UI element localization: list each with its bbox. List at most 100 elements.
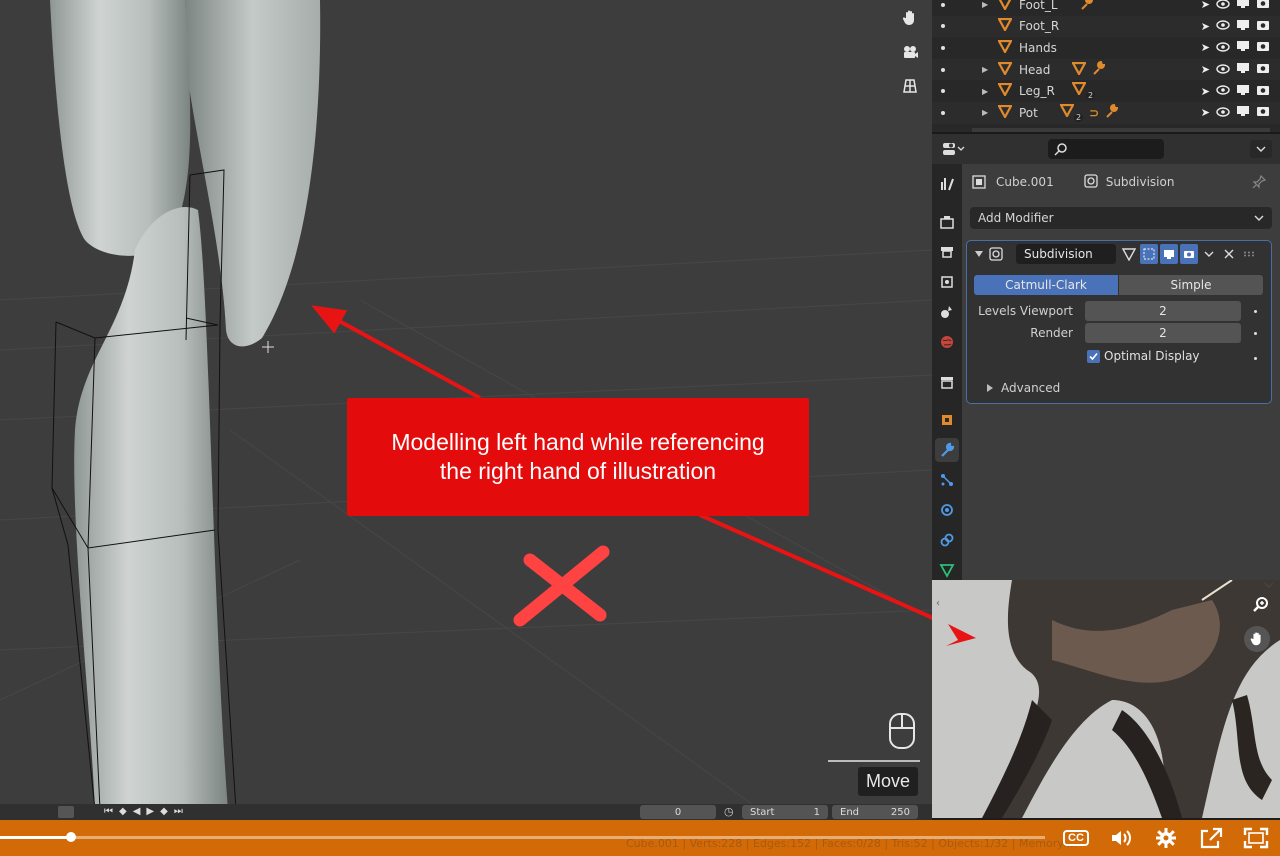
outliner-row[interactable]: Hands ➤: [932, 37, 1280, 59]
chevron-down-icon[interactable]: [1264, 582, 1274, 588]
outliner-item-name[interactable]: Leg_R: [1019, 84, 1055, 98]
tool-tab-icon[interactable]: [935, 172, 959, 196]
keyframe-dot[interactable]: [1254, 310, 1257, 313]
reference-image-panel[interactable]: ‹: [932, 580, 1280, 818]
eye-icon[interactable]: [1216, 84, 1230, 98]
modifier-tab-icon[interactable]: [935, 438, 959, 462]
zoom-icon[interactable]: [1252, 596, 1270, 614]
outliner-row[interactable]: ▶ Pot 2 ⊃ ➤: [932, 101, 1280, 124]
expand-arrow-icon[interactable]: ▶: [982, 108, 988, 117]
outliner-item-name[interactable]: Hands: [1019, 41, 1057, 55]
expand-arrow-icon[interactable]: ▶: [982, 65, 988, 74]
collection-tab-icon[interactable]: [935, 370, 959, 394]
keyframe-dot[interactable]: [1254, 357, 1257, 360]
render-tab-icon[interactable]: [935, 210, 959, 234]
next-keyframe-icon[interactable]: ◆: [160, 806, 168, 817]
expand-arrow-icon[interactable]: ▶: [982, 0, 988, 9]
render-camera-icon[interactable]: [1256, 40, 1270, 55]
data-tab-icon[interactable]: [935, 558, 959, 582]
outliner-item-name[interactable]: Foot_R: [1019, 19, 1059, 33]
outliner-row[interactable]: ▶ Leg_R 2 ➤: [932, 80, 1280, 102]
catmull-clark-option[interactable]: Catmull-Clark: [974, 275, 1118, 295]
play-reverse-icon[interactable]: ◀: [133, 806, 141, 817]
select-cursor-icon[interactable]: ➤: [1201, 20, 1210, 33]
eye-icon[interactable]: [1216, 19, 1230, 33]
output-tab-icon[interactable]: [935, 240, 959, 264]
progress-knob[interactable]: [66, 832, 77, 842]
fullscreen-button[interactable]: [1241, 825, 1271, 851]
chevron-down-icon[interactable]: [1200, 244, 1218, 264]
advanced-subpanel[interactable]: Advanced: [987, 381, 1060, 395]
expand-arrow-icon[interactable]: ▶: [982, 87, 988, 96]
end-frame-field[interactable]: End 250: [832, 805, 918, 819]
select-cursor-icon[interactable]: ➤: [1201, 41, 1210, 54]
keyframe-dot[interactable]: [1254, 332, 1257, 335]
levels-viewport-field[interactable]: 2: [1085, 301, 1241, 321]
render-camera-icon[interactable]: [1256, 62, 1270, 77]
constraints-tab-icon[interactable]: [935, 528, 959, 552]
outliner-row[interactable]: Foot_R ➤: [932, 15, 1280, 38]
outliner-item-name[interactable]: Foot_L: [1019, 0, 1058, 12]
view-layer-tab-icon[interactable]: [935, 270, 959, 294]
playback-menu-icon[interactable]: [58, 806, 74, 818]
outliner-row[interactable]: ▶ Head ➤: [932, 58, 1280, 81]
outliner-item-name[interactable]: Pot: [1019, 106, 1038, 120]
outliner-row[interactable]: ▶ Foot_L ➤: [932, 0, 1280, 16]
physics-tab-icon[interactable]: [935, 498, 959, 522]
render-camera-icon[interactable]: [1256, 84, 1270, 99]
eye-icon[interactable]: [1216, 106, 1230, 120]
edit-cage-icon[interactable]: [1120, 244, 1138, 264]
collapse-left-icon[interactable]: ‹: [936, 598, 940, 609]
pan-hand-icon[interactable]: [898, 6, 922, 30]
monitor-icon[interactable]: [1236, 84, 1250, 99]
prev-keyframe-icon[interactable]: ◆: [119, 806, 127, 817]
close-icon[interactable]: [1220, 244, 1238, 264]
start-frame-field[interactable]: Start 1: [742, 805, 828, 819]
optimal-display-checkbox[interactable]: Optimal Display: [1087, 349, 1200, 363]
share-button[interactable]: [1196, 825, 1226, 851]
render-camera-icon[interactable]: [1256, 0, 1270, 12]
world-tab-icon[interactable]: [935, 330, 959, 354]
clock-icon[interactable]: ◷: [724, 805, 738, 819]
monitor-icon[interactable]: [1236, 62, 1250, 77]
particles-tab-icon[interactable]: [935, 468, 959, 492]
properties-search[interactable]: [1048, 139, 1164, 159]
volume-button[interactable]: [1106, 825, 1136, 851]
grid-view-icon[interactable]: [898, 74, 922, 98]
play-icon[interactable]: ▶: [146, 806, 154, 817]
monitor-icon[interactable]: [1236, 40, 1250, 55]
outliner-item-name[interactable]: Head: [1019, 63, 1050, 77]
eye-icon[interactable]: [1216, 63, 1230, 77]
modifier-name-field[interactable]: Subdivision: [1016, 244, 1116, 264]
add-modifier-dropdown[interactable]: Add Modifier: [970, 207, 1272, 229]
settings-button[interactable]: [1151, 825, 1181, 851]
render-camera-icon[interactable]: [1256, 19, 1270, 34]
jump-start-icon[interactable]: ⏮: [104, 806, 113, 817]
camera-icon[interactable]: [898, 40, 922, 64]
select-cursor-icon[interactable]: ➤: [1201, 63, 1210, 76]
render-camera-icon[interactable]: [1256, 105, 1270, 120]
eye-icon[interactable]: [1216, 41, 1230, 55]
select-cursor-icon[interactable]: ➤: [1201, 106, 1210, 119]
chevron-down-icon[interactable]: [1250, 140, 1272, 158]
select-cursor-icon[interactable]: ➤: [1201, 0, 1210, 11]
viewport-display-icon[interactable]: [1160, 244, 1178, 264]
pan-hand-icon[interactable]: [1244, 626, 1270, 652]
collapse-arrow-icon[interactable]: [975, 250, 983, 258]
select-cursor-icon[interactable]: ➤: [1201, 85, 1210, 98]
simple-option[interactable]: Simple: [1119, 275, 1263, 295]
eye-icon[interactable]: [1216, 0, 1230, 12]
current-frame-field[interactable]: 0: [640, 805, 716, 819]
render-camera-icon[interactable]: [1180, 244, 1198, 264]
editmode-icon[interactable]: [1140, 244, 1158, 264]
monitor-icon[interactable]: [1236, 0, 1250, 12]
editor-type-icon[interactable]: [942, 140, 970, 158]
drag-handle-icon[interactable]: [1240, 244, 1258, 264]
monitor-icon[interactable]: [1236, 19, 1250, 34]
object-tab-icon[interactable]: [935, 408, 959, 432]
captions-button[interactable]: CC: [1061, 825, 1091, 851]
pin-icon[interactable]: [1252, 175, 1266, 189]
scene-tab-icon[interactable]: [935, 300, 959, 324]
jump-end-icon[interactable]: ⏭: [174, 806, 183, 817]
monitor-icon[interactable]: [1236, 105, 1250, 120]
